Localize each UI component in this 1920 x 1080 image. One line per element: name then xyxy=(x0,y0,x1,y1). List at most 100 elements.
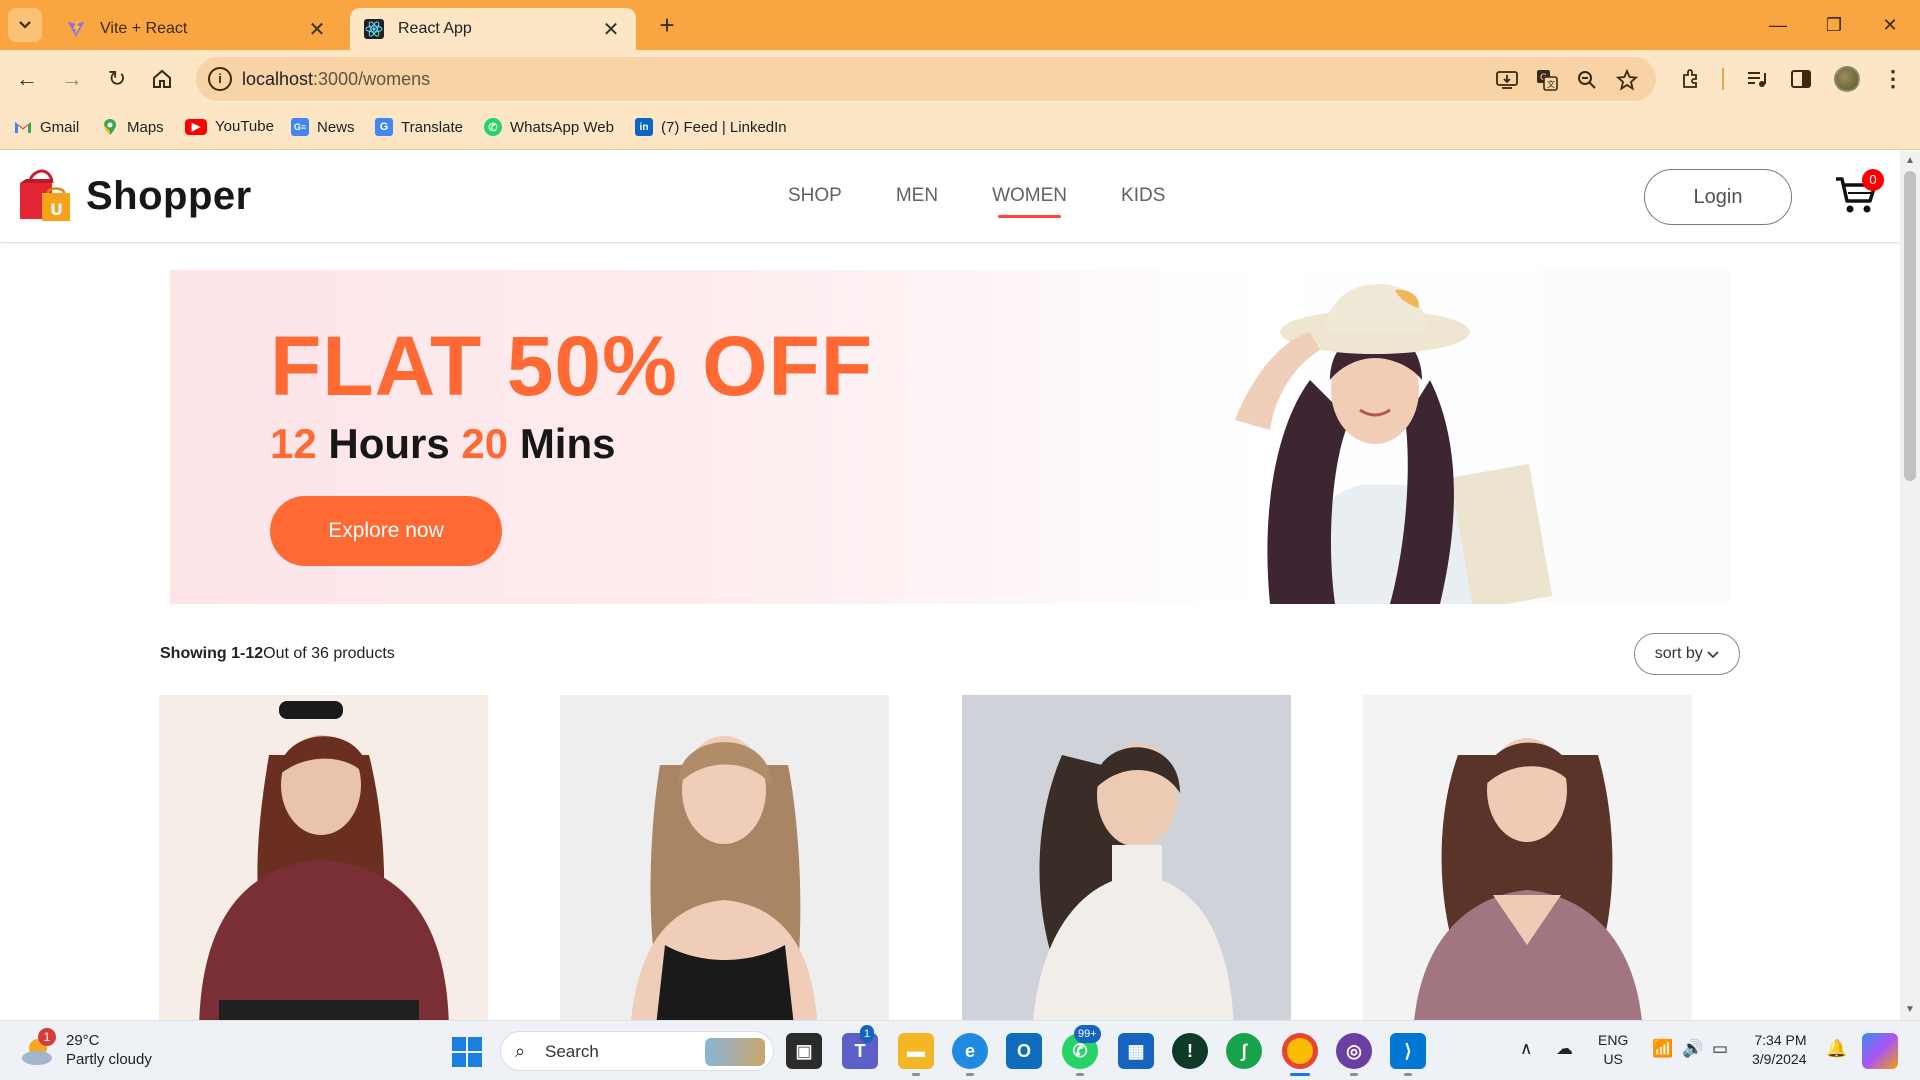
banner-model-image xyxy=(1160,270,1600,604)
logo-text: Shopper xyxy=(86,173,252,218)
running-indicator xyxy=(1076,1073,1084,1076)
close-window-icon[interactable]: ✕ xyxy=(1862,0,1918,50)
address-url[interactable]: localhost:3000/womens xyxy=(242,69,430,90)
windows-start-icon[interactable] xyxy=(452,1037,482,1067)
notification-bell-icon[interactable]: 🔔 xyxy=(1826,1039,1847,1059)
tab-search-button[interactable] xyxy=(8,8,42,42)
product-card[interactable] xyxy=(1363,695,1692,1020)
close-icon[interactable]: ✕ xyxy=(306,17,328,42)
login-button[interactable]: Login xyxy=(1644,169,1792,225)
bookmark-youtube[interactable]: ▶ YouTube xyxy=(185,118,274,135)
more-menu-icon[interactable]: ⋮ xyxy=(1876,62,1910,96)
weather-alert-badge: 1 xyxy=(38,1028,56,1046)
toolbar-divider xyxy=(1722,68,1724,90)
product-card[interactable] xyxy=(159,695,488,1020)
bookmark-whatsapp[interactable]: ✆ WhatsApp Web xyxy=(484,118,614,136)
translate-page-icon[interactable]: G文 xyxy=(1534,67,1560,93)
volume-icon[interactable]: 🔊 xyxy=(1682,1039,1703,1059)
results-total: Out of 36 products xyxy=(263,645,395,662)
minimize-icon[interactable]: — xyxy=(1750,0,1806,50)
explore-now-button[interactable]: Explore now xyxy=(270,496,502,566)
menu-shop[interactable]: SHOP xyxy=(788,185,842,207)
show-hidden-icons[interactable]: ∧ xyxy=(1520,1039,1532,1059)
bookmark-gmail[interactable]: Gmail xyxy=(14,118,79,136)
site-info-icon[interactable]: i xyxy=(208,67,232,91)
gmail-icon xyxy=(14,118,32,136)
menu-label: MEN xyxy=(895,185,939,206)
copilot-icon[interactable] xyxy=(1862,1033,1898,1069)
shop-logo[interactable]: U Shopper xyxy=(16,167,252,225)
outlook-icon[interactable]: O xyxy=(1006,1033,1042,1069)
forward-icon[interactable]: → xyxy=(55,62,89,96)
store-icon[interactable]: ▦ xyxy=(1118,1033,1154,1069)
side-panel-icon[interactable] xyxy=(1784,62,1818,96)
news-icon: G≡ xyxy=(291,118,309,136)
tab-react-app[interactable]: React App ✕ xyxy=(350,8,636,50)
product-card[interactable] xyxy=(962,695,1291,1020)
svg-text:文: 文 xyxy=(1547,79,1555,89)
bookmark-linkedin[interactable]: in (7) Feed | LinkedIn xyxy=(635,118,787,136)
clock-date: 3/9/2024 xyxy=(1752,1051,1807,1067)
main-menu: SHOP MEN WOMEN KIDS xyxy=(788,185,1219,218)
menu-men[interactable]: MEN xyxy=(896,185,938,207)
bookmark-label: YouTube xyxy=(215,118,274,135)
new-tab-button[interactable]: + xyxy=(652,10,682,40)
mins-number: 20 xyxy=(461,420,509,467)
bookmark-maps[interactable]: Maps xyxy=(101,118,164,136)
scroll-down-icon[interactable]: ▼ xyxy=(1900,1002,1920,1018)
banner-title: FLAT 50% OFF xyxy=(270,319,874,413)
running-indicator xyxy=(1350,1073,1358,1076)
mongodb-icon[interactable]: ǃ xyxy=(1172,1033,1208,1069)
edge-icon[interactable]: e xyxy=(952,1033,988,1069)
back-icon[interactable]: ← xyxy=(10,62,44,96)
bookmark-translate[interactable]: G Translate xyxy=(375,118,463,136)
vscode-icon[interactable]: ⟩ xyxy=(1390,1033,1426,1069)
bookmark-news[interactable]: G≡ News xyxy=(291,118,355,136)
language-indicator[interactable]: ENG US xyxy=(1598,1031,1628,1069)
product-image xyxy=(962,695,1291,1020)
close-icon[interactable]: ✕ xyxy=(600,17,622,42)
profile-avatar[interactable] xyxy=(1830,62,1864,96)
bookmark-star-icon[interactable] xyxy=(1614,67,1640,93)
chrome-icon[interactable] xyxy=(1282,1033,1318,1069)
taskbar-search[interactable]: ⌕ Search xyxy=(500,1031,774,1071)
cart-count-badge: 0 xyxy=(1862,169,1884,191)
clock-time: 7:34 PM xyxy=(1754,1032,1807,1048)
install-app-icon[interactable] xyxy=(1494,67,1520,93)
battery-icon[interactable]: ▭ xyxy=(1712,1039,1728,1059)
github-desktop-icon[interactable]: ◎ xyxy=(1336,1033,1372,1069)
reload-icon[interactable]: ↻ xyxy=(100,62,134,96)
product-card[interactable] xyxy=(560,695,889,1020)
onedrive-icon[interactable]: ☁ xyxy=(1556,1039,1573,1059)
region-code: US xyxy=(1603,1051,1623,1067)
robinhood-icon[interactable]: ʃ xyxy=(1226,1033,1262,1069)
restore-icon[interactable]: ❐ xyxy=(1806,0,1862,50)
hero-banner: FLAT 50% OFF 12 Hours 20 Mins Explore no… xyxy=(170,270,1730,604)
hours-number: 12 xyxy=(270,420,317,467)
home-icon[interactable] xyxy=(145,62,179,96)
tab-vite-react[interactable]: Vite + React ✕ xyxy=(52,8,342,50)
media-control-icon[interactable] xyxy=(1740,62,1774,96)
task-view-icon[interactable]: ▣ xyxy=(786,1033,822,1069)
scrollbar-thumb[interactable] xyxy=(1904,171,1916,481)
wifi-icon[interactable]: 📶 xyxy=(1652,1039,1673,1059)
extensions-icon[interactable] xyxy=(1674,62,1708,96)
active-menu-underline xyxy=(998,215,1062,218)
sort-label: sort by xyxy=(1654,645,1703,662)
file-explorer-icon[interactable]: ▬ xyxy=(898,1033,934,1069)
page-scrollbar[interactable]: ▲ ▼ xyxy=(1900,151,1920,1020)
menu-kids[interactable]: KIDS xyxy=(1121,185,1165,207)
scroll-up-icon[interactable]: ▲ xyxy=(1900,153,1920,169)
address-bar[interactable]: i localhost:3000/womens G文 xyxy=(196,57,1656,101)
zoom-icon[interactable] xyxy=(1574,67,1600,93)
clock[interactable]: 7:34 PM 3/9/2024 xyxy=(1752,1031,1807,1069)
menu-women[interactable]: WOMEN xyxy=(992,185,1067,218)
bookmark-label: WhatsApp Web xyxy=(510,118,614,136)
sort-dropdown[interactable]: sort by xyxy=(1634,633,1740,675)
chevron-down-icon xyxy=(19,21,31,29)
weather-widget[interactable]: 1 29°C Partly cloudy xyxy=(20,1028,152,1069)
maps-icon xyxy=(101,118,119,136)
results-range: Showing 1-12 xyxy=(160,645,264,662)
product-image xyxy=(159,695,488,1020)
browser-tabstrip: Vite + React ✕ React App ✕ + — ❐ ✕ xyxy=(0,0,1920,50)
